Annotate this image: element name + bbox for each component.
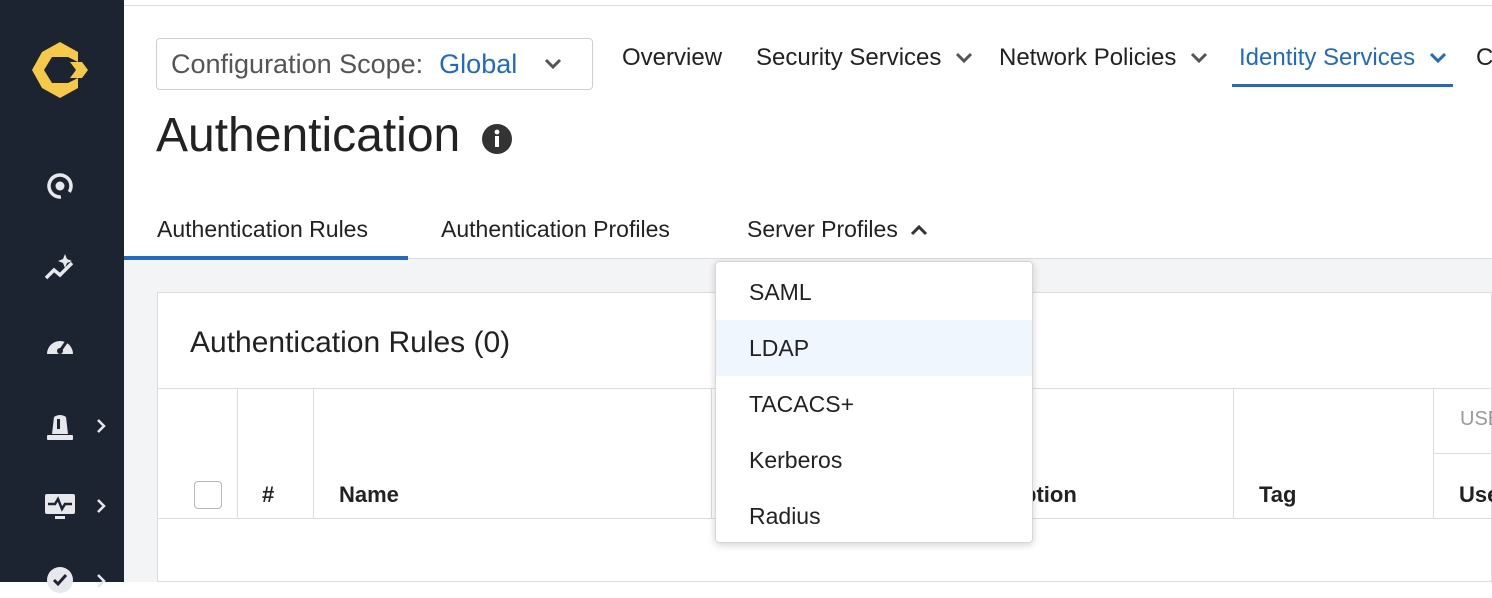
panel-title: Authentication Rules (0) [190,326,511,359]
tab-label: Identity Services [1239,44,1416,71]
tab-label: C [1476,44,1492,71]
column-divider [711,389,712,519]
tab-label: Network Policies [999,44,1177,71]
menu-item-kerberos[interactable]: Kerberos [716,432,1032,488]
column-header-user[interactable]: Use [1459,482,1492,508]
gauge-icon[interactable] [42,328,78,364]
column-header-number[interactable]: # [262,482,274,508]
configuration-scope-select[interactable]: Configuration Scope: Global [156,38,593,90]
radar-icon[interactable] [42,168,78,204]
menu-item-radius[interactable]: Radius [716,488,1032,544]
alarm-icon[interactable] [42,408,78,444]
tab-authentication-rules[interactable]: Authentication Rules [157,216,368,243]
chevron-down-icon [956,52,973,64]
tab-network-policies[interactable]: Network Policies [999,44,1208,72]
menu-item-saml[interactable]: SAML [716,264,1032,320]
menu-item-ldap[interactable]: LDAP [716,320,1032,376]
tab-identity-services[interactable]: Identity Services [1239,44,1447,72]
sidebar [0,0,124,593]
tab-authentication-profiles[interactable]: Authentication Profiles [441,216,670,243]
tab-label: Authentication Rules [157,216,368,242]
chevron-right-icon[interactable] [92,497,110,515]
chevron-right-icon[interactable] [92,417,110,435]
menu-item-tacacs[interactable]: TACACS+ [716,376,1032,432]
top-border [124,0,1492,6]
tab-label: Authentication Profiles [441,216,670,242]
tab-truncated[interactable]: C [1476,44,1492,72]
server-profiles-dropdown: SAML LDAP TACACS+ Kerberos Radius [715,261,1033,543]
scope-value: Global [439,48,518,79]
tab-label: Overview [622,44,723,71]
column-divider [1233,389,1234,519]
chevron-down-icon [1191,52,1208,64]
column-divider [313,389,314,519]
select-all-checkbox[interactable] [194,481,222,509]
column-header-name[interactable]: Name [339,482,399,508]
active-tab-indicator [1232,84,1453,87]
user-group-header: USE [1460,408,1492,430]
tab-security-services[interactable]: Security Services [756,44,973,72]
column-divider [237,389,238,519]
page-title: Authentication [156,109,461,162]
brand-logo[interactable] [30,40,90,100]
tab-server-profiles[interactable]: Server Profiles [747,216,928,243]
tab-label: Server Profiles [747,216,898,242]
tab-label: Security Services [756,44,942,71]
chevron-right-icon[interactable] [92,572,110,590]
check-shield-icon[interactable] [42,562,78,598]
chevron-down-icon [544,58,562,70]
tab-overview[interactable]: Overview [622,44,722,72]
sparkle-chart-icon[interactable] [42,250,78,286]
monitor-activity-icon[interactable] [42,488,78,524]
active-subtab-indicator [124,256,408,260]
chevron-down-icon [1430,52,1447,64]
info-icon[interactable] [481,123,513,155]
chevron-up-icon [910,224,927,235]
column-header-tag[interactable]: Tag [1259,482,1296,508]
scope-label: Configuration Scope: [171,48,424,79]
